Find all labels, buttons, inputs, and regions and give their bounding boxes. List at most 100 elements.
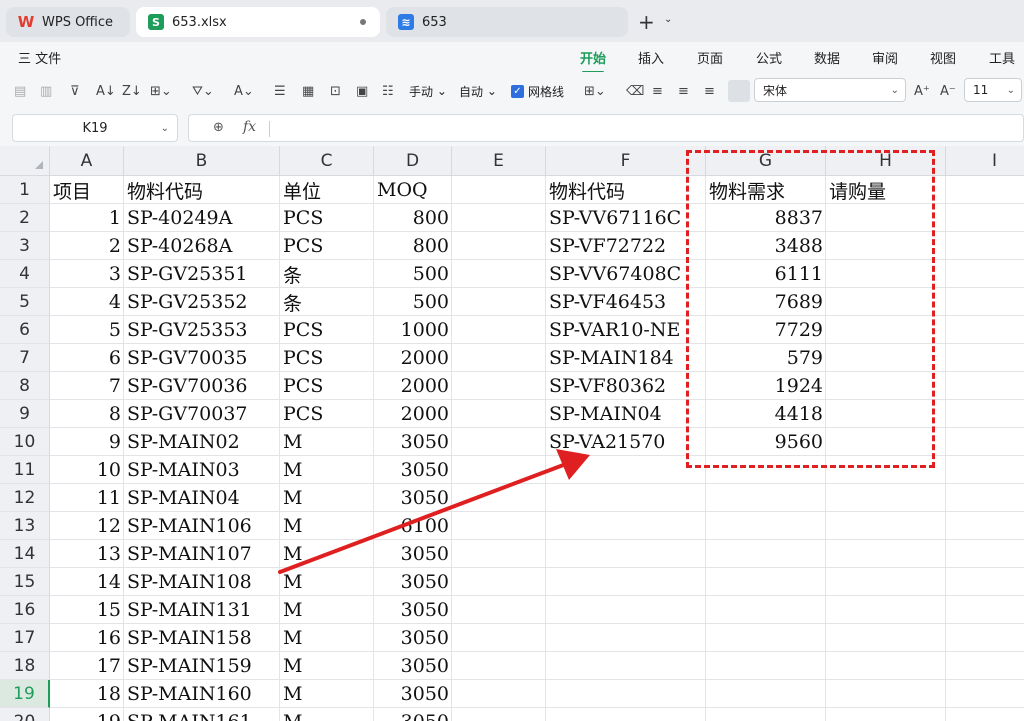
- row-header-11[interactable]: 11: [0, 456, 50, 484]
- sort-descending-icon[interactable]: Z↓: [122, 81, 142, 101]
- header-cell-a[interactable]: 项目: [50, 176, 124, 204]
- cell-material-code[interactable]: SP-GV25353: [124, 316, 280, 344]
- align-left-icon[interactable]: ≡: [652, 81, 663, 101]
- cell-material-demand[interactable]: 579: [706, 344, 826, 372]
- header-cell-h[interactable]: 请购量: [826, 176, 946, 204]
- format-painter-icon[interactable]: ▥: [40, 81, 52, 101]
- fill-color-icon[interactable]: ⛛⌄: [192, 81, 214, 101]
- cell-material-code[interactable]: SP-GV70037: [124, 400, 280, 428]
- cell-material-code[interactable]: SP-MAIN159: [124, 652, 280, 680]
- row-header-9[interactable]: 9: [0, 400, 50, 428]
- cell-item-number[interactable]: 15: [50, 596, 124, 624]
- column-header-h[interactable]: H: [826, 146, 946, 176]
- tab-page[interactable]: 页面: [697, 48, 723, 67]
- cell-demand-material-code[interactable]: SP-MAIN184: [546, 344, 706, 372]
- cell-moq[interactable]: 3050: [374, 652, 452, 680]
- increase-font-icon[interactable]: A⁺: [914, 81, 930, 101]
- cell-moq[interactable]: 3050: [374, 540, 452, 568]
- cell-demand-material-code[interactable]: SP-VF46453: [546, 288, 706, 316]
- align-center-icon[interactable]: ≡: [678, 81, 689, 101]
- spreadsheet-grid[interactable]: ABCDEFGHI1234567891011121314151617181920…: [0, 146, 1024, 721]
- cell-demand-material-code[interactable]: SP-VF80362: [546, 372, 706, 400]
- column-header-a[interactable]: A: [50, 146, 124, 176]
- cell-item-number[interactable]: 10: [50, 456, 124, 484]
- cell-unit[interactable]: M: [280, 652, 374, 680]
- gridlines-checkbox[interactable]: ✓ 网格线: [511, 81, 564, 101]
- cell-moq[interactable]: 6100: [374, 512, 452, 540]
- tab-start[interactable]: 开始: [580, 48, 606, 73]
- select-all-corner[interactable]: [0, 146, 50, 176]
- cell-unit[interactable]: PCS: [280, 232, 374, 260]
- cell-moq[interactable]: 3050: [374, 624, 452, 652]
- cell-unit[interactable]: PCS: [280, 400, 374, 428]
- row-header-8[interactable]: 8: [0, 372, 50, 400]
- align-right-icon[interactable]: ≡: [704, 81, 715, 101]
- row-header-13[interactable]: 13: [0, 512, 50, 540]
- cell-item-number[interactable]: 6: [50, 344, 124, 372]
- column-header-g[interactable]: G: [706, 146, 826, 176]
- cell-material-code[interactable]: SP-GV25352: [124, 288, 280, 316]
- clear-icon[interactable]: ⌫: [626, 81, 644, 101]
- cell-item-number[interactable]: 13: [50, 540, 124, 568]
- table-style-icon[interactable]: ▣: [356, 81, 368, 101]
- cell-item-number[interactable]: 12: [50, 512, 124, 540]
- row-header-4[interactable]: 4: [0, 260, 50, 288]
- tab-formula[interactable]: 公式: [756, 48, 782, 67]
- formula-bar[interactable]: ⊕ fx: [188, 114, 1024, 142]
- cell-demand-material-code[interactable]: SP-VAR10-NE: [546, 316, 706, 344]
- cell-material-code[interactable]: SP-MAIN02: [124, 428, 280, 456]
- cell-material-code[interactable]: SP-MAIN106: [124, 512, 280, 540]
- condition-icon[interactable]: ☷: [382, 81, 394, 101]
- border-icon[interactable]: ⊞⌄: [150, 81, 172, 101]
- cell-material-code[interactable]: SP-MAIN160: [124, 680, 280, 708]
- tab-653[interactable]: ≋ 653: [386, 7, 628, 37]
- cell-material-code[interactable]: SP-40268A: [124, 232, 280, 260]
- column-header-c[interactable]: C: [280, 146, 374, 176]
- row-header-7[interactable]: 7: [0, 344, 50, 372]
- auto-calc-button[interactable]: 自动 ⌄: [459, 81, 497, 101]
- cell-material-demand[interactable]: 8837: [706, 204, 826, 232]
- insert-cells-icon[interactable]: ⊞⌄: [584, 81, 606, 101]
- cell-moq[interactable]: 3050: [374, 484, 452, 512]
- row-header-6[interactable]: 6: [0, 316, 50, 344]
- row-header-20[interactable]: 20: [0, 708, 50, 721]
- cell-unit[interactable]: M: [280, 624, 374, 652]
- cell-demand-material-code[interactable]: SP-VV67116C: [546, 204, 706, 232]
- cell-item-number[interactable]: 11: [50, 484, 124, 512]
- cell-material-demand[interactable]: 9560: [706, 428, 826, 456]
- cell-unit[interactable]: PCS: [280, 316, 374, 344]
- column-header-i[interactable]: I: [946, 146, 1024, 176]
- font-family-select[interactable]: 宋体 ⌄: [754, 78, 906, 102]
- cell-unit[interactable]: M: [280, 428, 374, 456]
- cell-format-icon[interactable]: ⊡: [330, 81, 341, 101]
- manual-calc-button[interactable]: 手动 ⌄: [409, 81, 447, 101]
- cell-demand-material-code[interactable]: SP-VA21570: [546, 428, 706, 456]
- column-header-f[interactable]: F: [546, 146, 706, 176]
- decrease-font-icon[interactable]: A⁻: [940, 81, 956, 101]
- cell-material-code[interactable]: SP-MAIN158: [124, 624, 280, 652]
- tab-view[interactable]: 视图: [930, 48, 956, 67]
- tab-review[interactable]: 审阅: [872, 48, 898, 67]
- cell-unit[interactable]: M: [280, 568, 374, 596]
- font-size-select[interactable]: 11 ⌄: [964, 78, 1022, 102]
- cell-demand-material-code[interactable]: SP-VV67408C: [546, 260, 706, 288]
- cell-material-code[interactable]: SP-40249A: [124, 204, 280, 232]
- cell-material-demand[interactable]: 6111: [706, 260, 826, 288]
- cell-unit[interactable]: M: [280, 456, 374, 484]
- cell-unit[interactable]: 条: [280, 288, 374, 316]
- new-tab-plus-icon[interactable]: +: [638, 10, 655, 34]
- cell-moq[interactable]: 800: [374, 204, 452, 232]
- cell-item-number[interactable]: 4: [50, 288, 124, 316]
- cell-unit[interactable]: PCS: [280, 204, 374, 232]
- cell-material-code[interactable]: SP-GV25351: [124, 260, 280, 288]
- cell-demand-material-code[interactable]: SP-VF72722: [546, 232, 706, 260]
- column-header-d[interactable]: D: [374, 146, 452, 176]
- cell-item-number[interactable]: 5: [50, 316, 124, 344]
- cell-moq[interactable]: 2000: [374, 372, 452, 400]
- cell-item-number[interactable]: 9: [50, 428, 124, 456]
- cell-material-code[interactable]: SP-GV70035: [124, 344, 280, 372]
- cell-item-number[interactable]: 7: [50, 372, 124, 400]
- cell-unit[interactable]: M: [280, 484, 374, 512]
- cell-moq[interactable]: 3050: [374, 596, 452, 624]
- cell-material-code[interactable]: SP-MAIN107: [124, 540, 280, 568]
